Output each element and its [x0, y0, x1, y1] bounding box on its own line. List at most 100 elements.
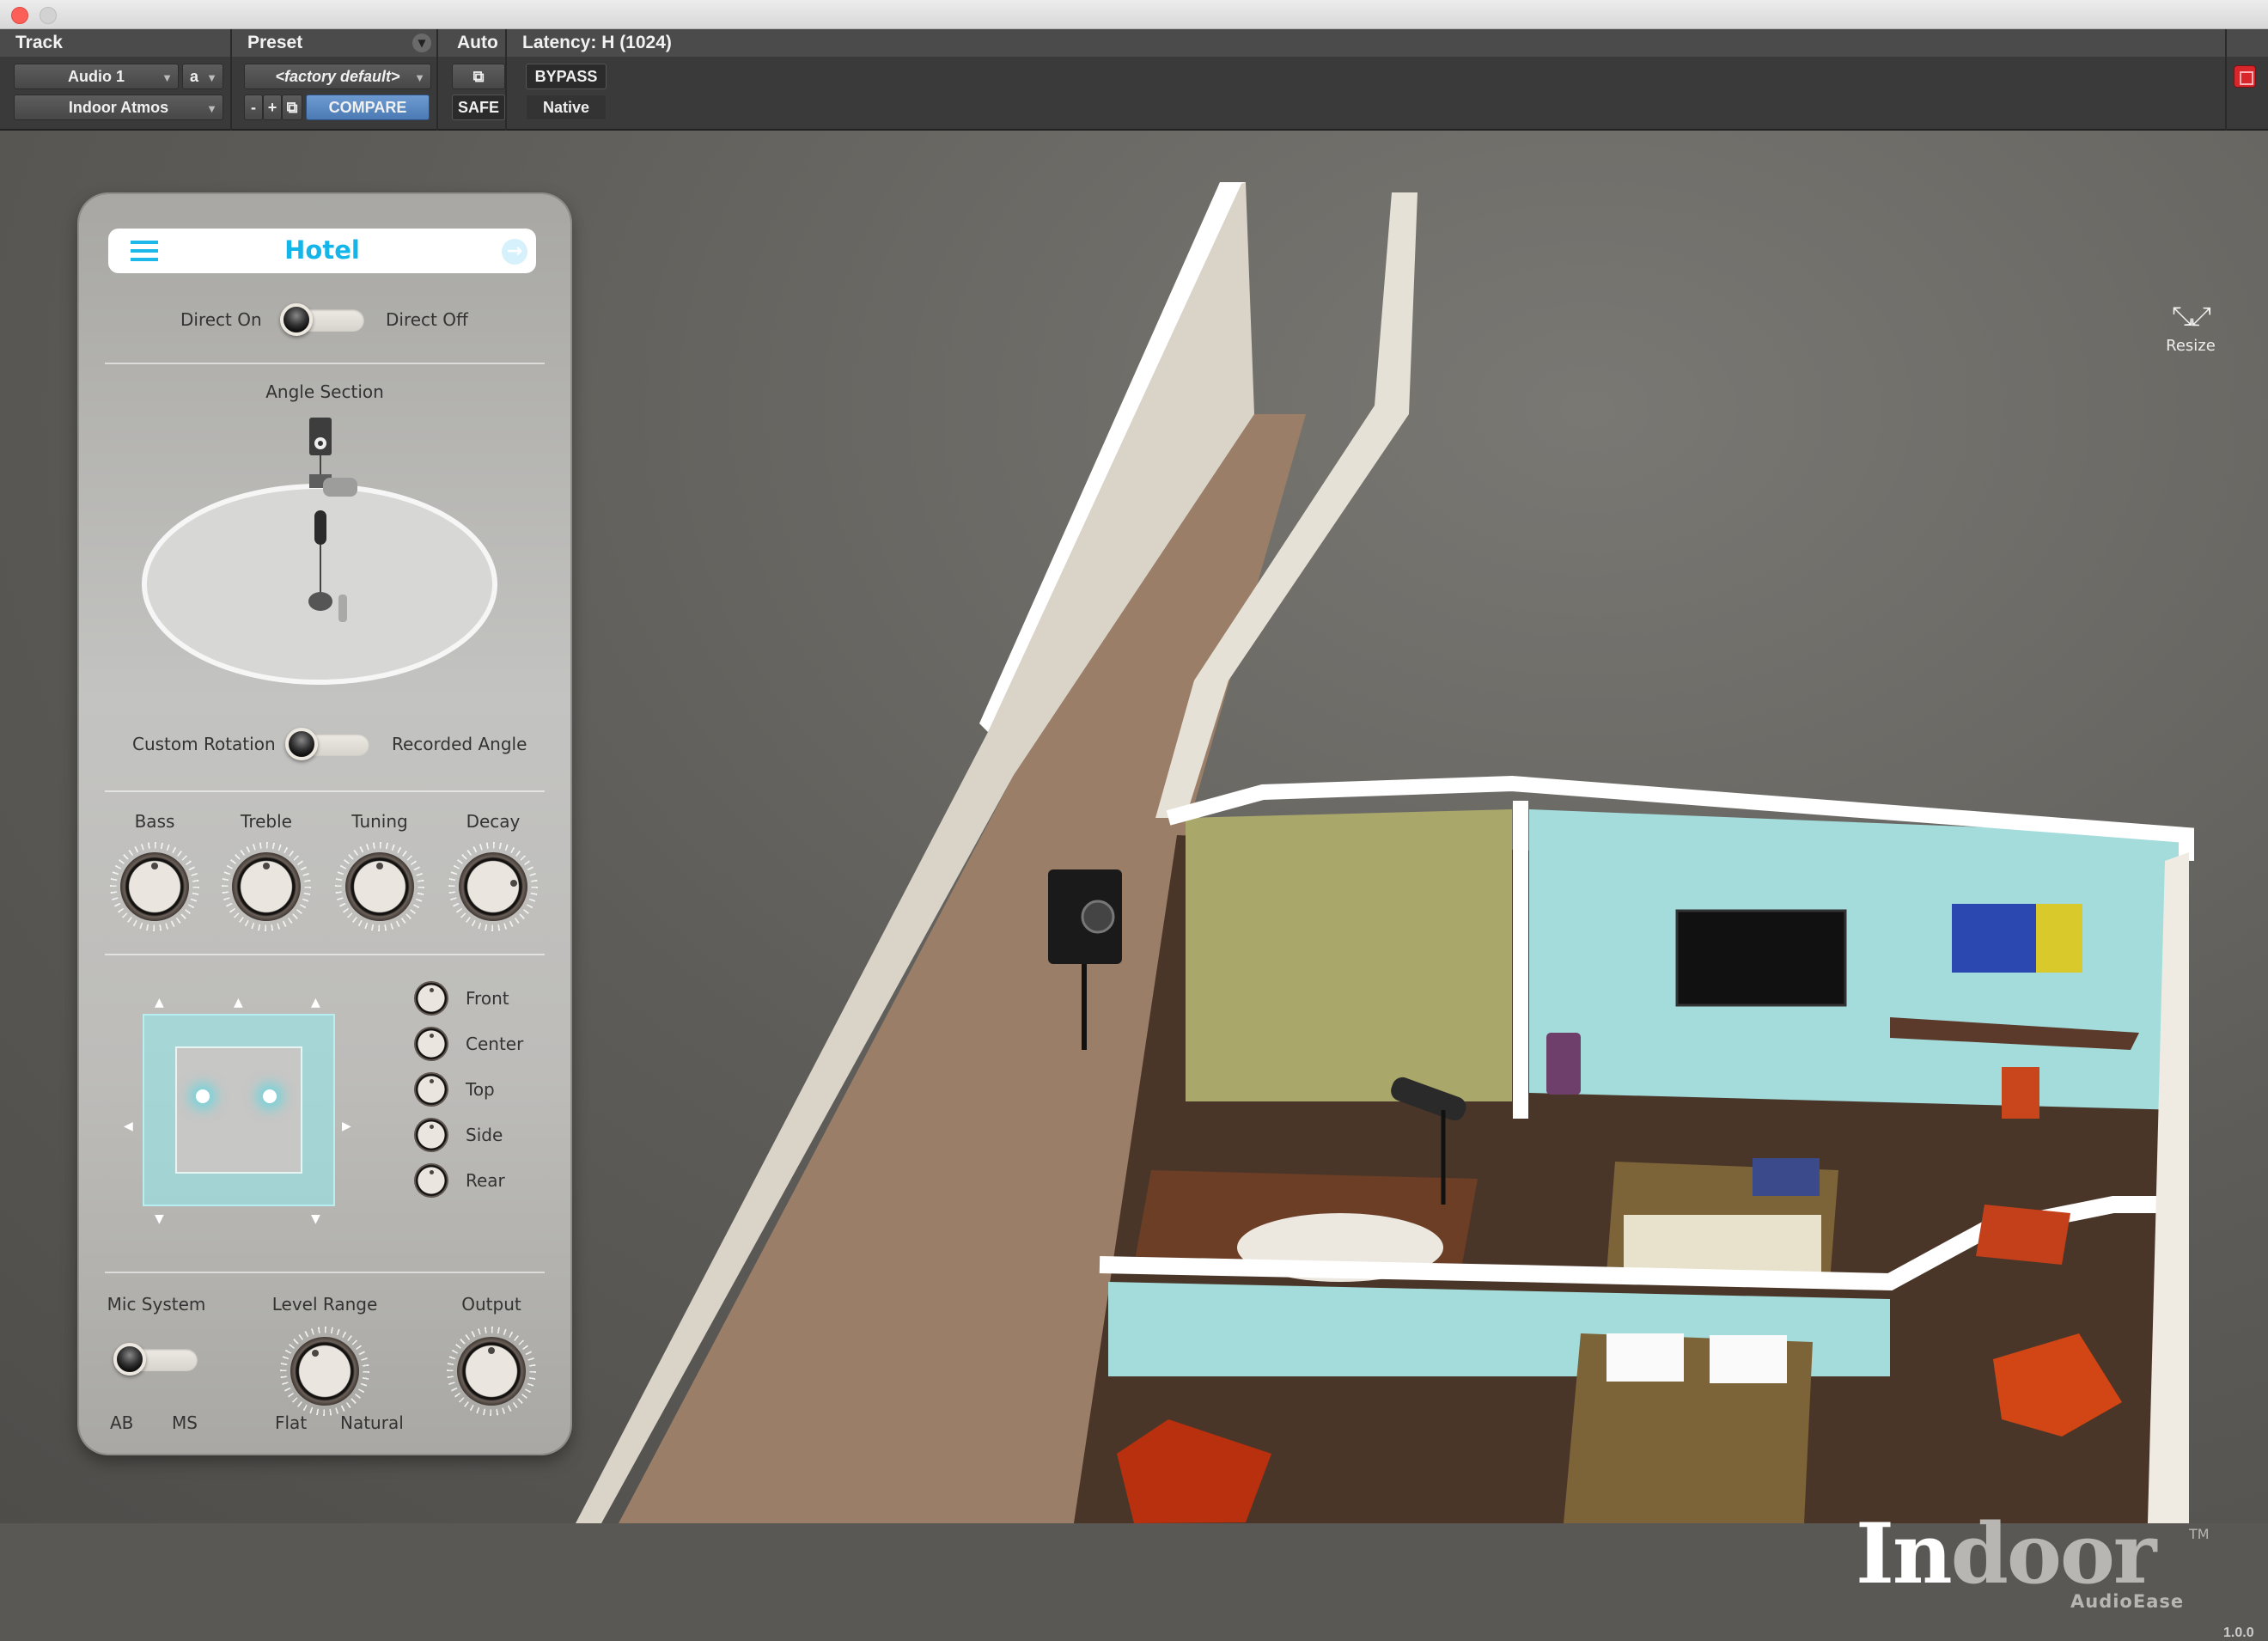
knob-indicator [430, 1034, 434, 1038]
knob-indicator [376, 863, 383, 869]
suitcase [1546, 1033, 1581, 1095]
knob-indicator [312, 1349, 320, 1357]
speaker-layout-pad[interactable]: ▲ ▲ ▲ ◀ ▶ ▼ ▼ [124, 997, 351, 1225]
preset-menu-button[interactable]: ▼ [412, 34, 431, 52]
top-level-knob[interactable] [414, 1072, 448, 1107]
direct-on-label: Direct On [180, 309, 262, 330]
level-label-front: Front [466, 988, 509, 1009]
bag [1753, 1158, 1820, 1196]
chevron-down-icon: ▼ [206, 71, 217, 84]
divider [105, 790, 545, 792]
knob-indicator [430, 988, 434, 992]
host-plugin-header: Track Preset ▼ Auto Latency: H (1024) Au… [0, 29, 2268, 131]
channel-select[interactable]: a ▼ [182, 64, 223, 89]
center-level-knob[interactable] [414, 1027, 448, 1061]
track-header: Track [0, 29, 230, 57]
knob-indicator [509, 880, 517, 888]
pillow [1710, 1335, 1787, 1383]
tv [1675, 909, 1847, 1007]
track-select[interactable]: Audio 1 ▼ [14, 64, 179, 89]
toggle-knob [113, 1343, 146, 1376]
plugin-power-icon[interactable] [2234, 65, 2256, 88]
level-label-top: Top [466, 1079, 495, 1100]
bathroom-wall [1186, 809, 1512, 1101]
room-selector[interactable]: Hotel → [108, 229, 536, 273]
preset-header: Preset [232, 29, 436, 57]
preset-select[interactable]: <factory default> ▼ [244, 64, 431, 89]
chevron-down-icon: ▼ [414, 71, 425, 84]
decay-knob[interactable] [459, 852, 527, 921]
level-label-rear: Rear [466, 1170, 505, 1191]
level-range-knob[interactable] [290, 1337, 359, 1406]
automation-window-button[interactable]: ⧉ [452, 64, 505, 89]
knob-indicator [151, 863, 158, 869]
arrow-right-circle-icon[interactable]: → [502, 239, 527, 265]
angle-mic-icon[interactable] [314, 510, 326, 545]
level-range-label: Level Range [271, 1294, 378, 1315]
level-label-center: Center [466, 1034, 524, 1054]
speaker-rear-right-icon: ▼ [311, 1212, 320, 1226]
speaker-woofer-3d [1081, 900, 1115, 934]
knob-label-treble: Treble [241, 811, 292, 832]
tuning-knob[interactable] [345, 852, 414, 921]
speaker-cone-center [318, 441, 323, 446]
output-knob[interactable] [457, 1337, 526, 1406]
speaker-center-icon: ▲ [234, 996, 243, 1010]
copy-settings-button[interactable]: ⧉ [282, 95, 302, 120]
close-window-button[interactable] [11, 7, 28, 24]
knob-label-tuning: Tuning [351, 811, 408, 832]
divider [105, 954, 545, 955]
angle-section-view[interactable] [139, 409, 500, 710]
front-level-knob[interactable] [414, 981, 448, 1016]
painting-detail [2036, 904, 2082, 973]
speaker-front-left-icon: ▲ [155, 996, 164, 1010]
angle-speaker-icon[interactable] [309, 418, 332, 455]
mic-system-toggle[interactable] [113, 1343, 198, 1376]
direct-toggle[interactable] [280, 303, 364, 336]
bed-sheet [1624, 1215, 1821, 1275]
window-titlebar [0, 0, 2268, 29]
minimize-window-button[interactable] [40, 7, 57, 24]
treble-knob[interactable] [232, 852, 301, 921]
track-name: Audio 1 [68, 68, 125, 85]
mic-system-label: Mic System [107, 1294, 206, 1315]
knob-indicator [430, 1170, 434, 1174]
natural-label: Natural [340, 1412, 404, 1433]
knob-indicator [488, 1347, 495, 1354]
rear-level-knob[interactable] [414, 1163, 448, 1198]
speaker-front-right-icon: ▲ [311, 996, 320, 1010]
resize-button[interactable]: ⤡⤢ Resize [2148, 304, 2234, 356]
chevron-down-icon: ▼ [162, 71, 173, 84]
latency-header: Latency: H (1024) [507, 29, 2268, 57]
bypass-button[interactable]: BYPASS [526, 64, 607, 89]
plugin-select[interactable]: Indoor Atmos ▼ [14, 95, 223, 120]
source-dot-left[interactable] [196, 1089, 210, 1103]
speaker-side-right-icon: ▶ [342, 1119, 351, 1133]
preset-value: <factory default> [275, 68, 400, 85]
bass-knob[interactable] [120, 852, 189, 921]
pillow [1606, 1333, 1684, 1382]
preset-next-button[interactable]: + [263, 95, 282, 120]
divider [2225, 29, 2227, 131]
rotation-toggle[interactable] [285, 728, 369, 760]
indoor-logo: Indoor [1856, 1505, 2156, 1602]
native-indicator: Native [526, 95, 607, 120]
room-inner [175, 1046, 302, 1174]
safe-button[interactable]: SAFE [452, 95, 505, 120]
window-icon: ⧉ [472, 68, 485, 85]
speaker-side-left-icon: ◀ [124, 1119, 133, 1133]
level-label-side: Side [466, 1125, 503, 1145]
preset-previous-button[interactable]: - [244, 95, 263, 120]
recorded-angle-label: Recorded Angle [392, 734, 527, 754]
flat-label: Flat [275, 1412, 308, 1433]
mic-ms-label: MS [172, 1412, 198, 1433]
compare-button[interactable]: COMPARE [306, 95, 430, 120]
mic-base [308, 592, 332, 611]
custom-rotation-label: Custom Rotation [132, 734, 276, 754]
resize-label: Resize [2166, 337, 2216, 355]
angle-section-label: Angle Section [265, 381, 384, 402]
direct-off-label: Direct Off [386, 309, 468, 330]
source-dot-right[interactable] [263, 1089, 277, 1103]
side-level-knob[interactable] [414, 1118, 448, 1152]
room-title: Hotel [284, 235, 360, 265]
